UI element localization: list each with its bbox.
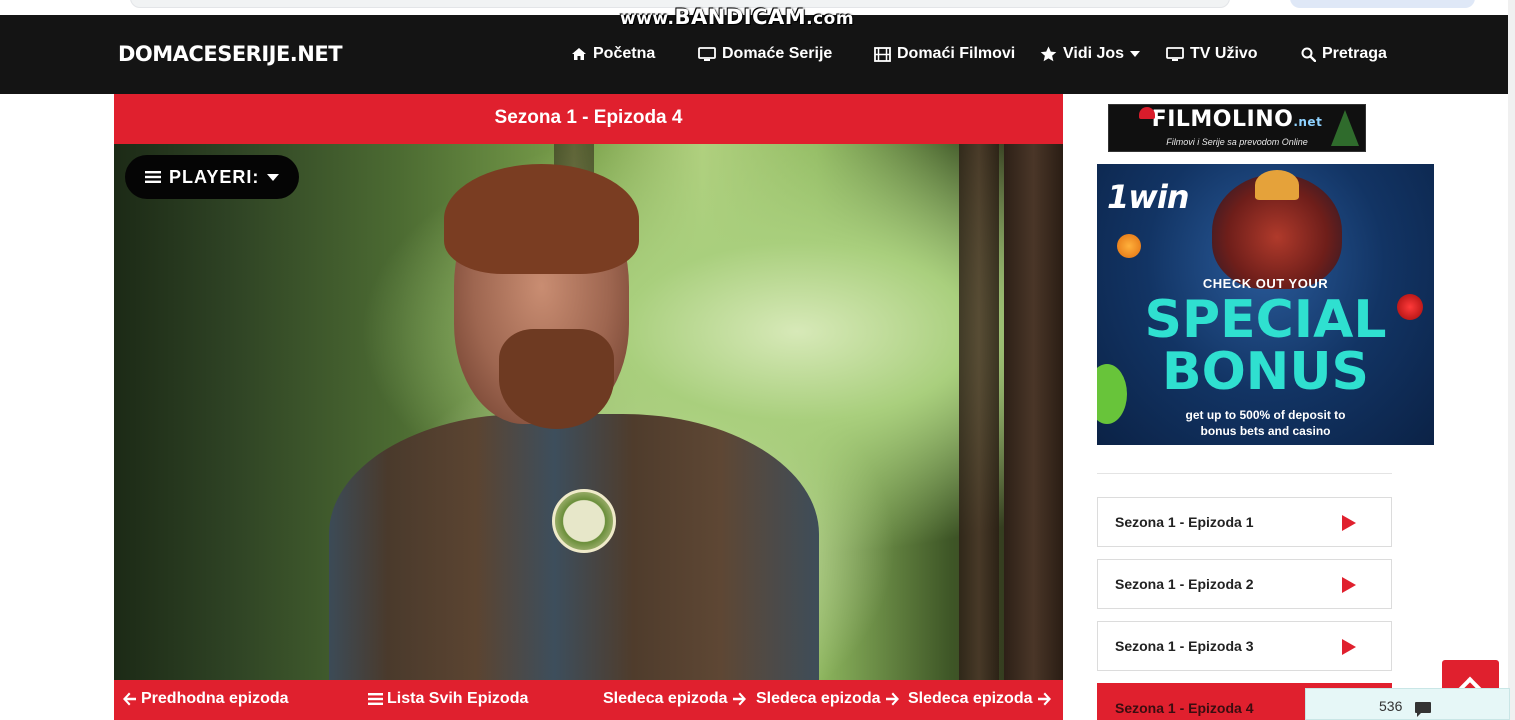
- comment-count: 536: [1379, 698, 1403, 714]
- episode-title: Sezona 1 - Epizoda 4: [114, 94, 1063, 144]
- episode-list-label: Sezona 1 - Epizoda 1: [1115, 514, 1254, 530]
- caret-down-icon: [1130, 51, 1141, 57]
- episode-list-item-3[interactable]: Sezona 1 - Epizoda 3: [1097, 621, 1392, 671]
- episode-list-label: Sezona 1 - Epizoda 3: [1115, 638, 1254, 654]
- nav-item-label: TV Uživo: [1190, 45, 1258, 62]
- video-scene-tree: [959, 144, 999, 680]
- video-scene-tree: [1004, 144, 1063, 680]
- nav-item-vidi-jos[interactable]: Vidi Jos: [1040, 45, 1141, 63]
- page-scrollbar[interactable]: [1508, 0, 1515, 720]
- video-scene-person-hair: [444, 164, 639, 274]
- all-episodes-link[interactable]: Lista Svih Epizoda: [368, 690, 528, 708]
- episode-list-label: Sezona 1 - Epizoda 4: [1115, 700, 1254, 716]
- filmolino-brand-suffix: .net: [1293, 115, 1323, 129]
- nav-item-label: Početna: [593, 45, 656, 62]
- player-section: Sezona 1 - Epizoda 4 PLAYERI: Predhodna …: [114, 94, 1063, 720]
- video-scene-person-beard: [499, 329, 614, 429]
- episode-list-item-1[interactable]: Sezona 1 - Epizoda 1: [1097, 497, 1392, 547]
- players-dropdown-button[interactable]: PLAYERI:: [125, 155, 300, 199]
- next-episode-label: Sledeca epizoda: [756, 690, 881, 707]
- nav-item-label: Domaće Serije: [722, 45, 833, 62]
- next-episode-link[interactable]: Sledeca epizoda: [756, 690, 900, 708]
- arrow-right-icon: [1037, 692, 1051, 706]
- arrow-right-icon: [885, 692, 899, 706]
- play-icon: [1342, 639, 1356, 655]
- search-icon: [1301, 47, 1316, 62]
- prev-episode-link[interactable]: Predhodna epizoda: [122, 690, 289, 708]
- next-episode-label: Sledeca epizoda: [603, 690, 728, 707]
- next-episode-link[interactable]: Sledeca epizoda: [603, 690, 747, 708]
- ad-headline-special: SPECIAL: [1144, 290, 1387, 350]
- chat-bubble-icon: [1415, 702, 1431, 717]
- ad-logo: 1win: [1107, 178, 1190, 216]
- ad-offer-line-2: bonus bets and casino: [1200, 424, 1331, 438]
- all-episodes-label: Lista Svih Epizoda: [387, 690, 529, 707]
- site-logo[interactable]: DOMACESERIJE.NET: [118, 42, 343, 66]
- list-icon: [368, 693, 383, 705]
- watermark-prefix: www.: [620, 9, 675, 29]
- nav-item-pretraga[interactable]: Pretraga: [1301, 45, 1387, 63]
- prev-episode-label: Predhodna epizoda: [141, 690, 289, 707]
- next-episode-link[interactable]: Sledeca epizoda: [908, 690, 1052, 708]
- santa-hat-icon: [1139, 107, 1155, 119]
- crown-decoration: [1255, 170, 1299, 200]
- nav-item-domace-serije[interactable]: Domaće Serije: [698, 45, 832, 63]
- tv-icon: [1166, 46, 1184, 61]
- ad-headline-bonus: BONUS: [1161, 342, 1370, 402]
- casino-advertisement[interactable]: 1win CHECK OUT YOUR SPECIAL BONUS get up…: [1097, 164, 1434, 445]
- filmolino-tagline: Filmovi i Serije sa prevodom Online: [1166, 137, 1308, 147]
- sidebar-divider: [1097, 473, 1392, 474]
- players-button-label: PLAYERI:: [169, 166, 260, 187]
- browser-profile-pill[interactable]: [1290, 0, 1475, 8]
- star-icon: [1040, 46, 1057, 62]
- home-icon: [572, 48, 586, 60]
- menu-icon: [145, 171, 161, 183]
- nav-item-label: Vidi Jos: [1063, 45, 1125, 62]
- episode-list-item-2[interactable]: Sezona 1 - Epizoda 2: [1097, 559, 1392, 609]
- arrow-right-icon: [732, 692, 746, 706]
- watermark-brand: BANDICAM: [674, 5, 807, 29]
- next-episode-label: Sledeca epizoda: [908, 690, 1033, 707]
- filmolino-brand-name: FILMOLINO: [1151, 107, 1294, 132]
- page-root: www.BANDICAM.com DOMACESERIJE.NET Početn…: [0, 0, 1515, 720]
- filmolino-banner[interactable]: FILMOLINO.net Filmovi i Serije sa prevod…: [1108, 104, 1366, 152]
- monitor-icon: [698, 46, 716, 61]
- play-icon: [1342, 515, 1356, 531]
- nav-item-label: Domaći Filmovi: [897, 45, 1016, 62]
- nav-item-tv-uzivo[interactable]: TV Uživo: [1166, 45, 1258, 63]
- ad-offer-line-1: get up to 500% of deposit to: [1185, 408, 1346, 422]
- recording-watermark: www.BANDICAM.com: [620, 5, 854, 29]
- nav-item-domaci-filmovi[interactable]: Domaći Filmovi: [874, 45, 1015, 63]
- comments-widget[interactable]: 536: [1305, 688, 1510, 720]
- film-icon: [874, 46, 891, 62]
- watermark-suffix: .com: [806, 9, 855, 29]
- orange-fruit-icon: [1117, 234, 1141, 258]
- ad-headline-small: CHECK OUT YOUR: [1202, 276, 1329, 291]
- video-player[interactable]: PLAYERI:: [114, 144, 1063, 680]
- nav-item-label: Pretraga: [1322, 45, 1387, 62]
- video-scene-patch: [552, 489, 616, 553]
- nav-item-pocetna[interactable]: Početna: [571, 45, 655, 63]
- arrow-left-icon: [123, 692, 136, 706]
- caret-down-icon: [267, 173, 280, 181]
- christmas-tree-icon: [1331, 110, 1359, 146]
- episode-navigation: Predhodna epizoda Lista Svih Epizoda Sle…: [114, 680, 1063, 720]
- play-icon: [1342, 577, 1356, 593]
- episode-list-label: Sezona 1 - Epizoda 2: [1115, 576, 1254, 592]
